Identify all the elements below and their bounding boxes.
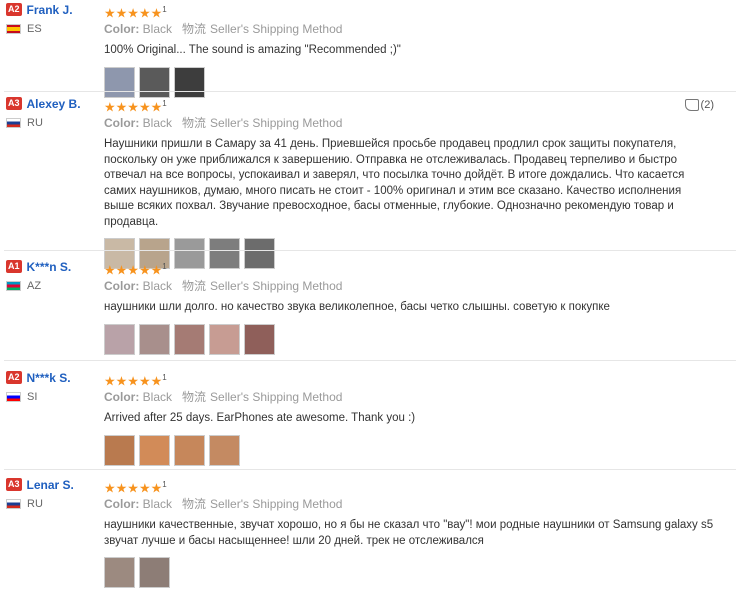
review-photo[interactable] xyxy=(244,323,275,355)
review-content: ★★★★★1 Color: Black 物流 Seller's Shipping … xyxy=(104,2,714,100)
review-divider xyxy=(4,469,736,470)
review-text: наушники качественные, звучат хорошо, но… xyxy=(104,519,714,547)
thumbs-up-icon xyxy=(684,99,699,112)
star-rating: ★★★★★1 xyxy=(104,5,167,21)
flag-si-icon xyxy=(6,391,21,402)
review-photo[interactable] xyxy=(209,323,240,355)
reviewer-country: RU xyxy=(6,498,98,510)
review-text: 100% Original... The sound is amazing "R… xyxy=(104,44,401,56)
review-photo[interactable] xyxy=(104,66,135,98)
review-meta: Color: Black 物流 Seller's Shipping Method xyxy=(104,116,343,130)
review-photo[interactable] xyxy=(139,557,170,588)
review-photo[interactable] xyxy=(174,66,205,98)
star-rating: ★★★★★1 xyxy=(104,262,167,278)
review-photo[interactable] xyxy=(104,557,135,588)
level-badge: A2 xyxy=(6,371,22,385)
level-badge: A3 xyxy=(6,97,22,111)
review-meta: Color: Black 物流 Seller's Shipping Method xyxy=(104,390,343,404)
review-photo[interactable] xyxy=(209,434,240,466)
reviewer-country: RU xyxy=(6,117,98,129)
review-content: ★★★★★1 Color: Black 物流 Seller's Shipping … xyxy=(104,96,714,271)
reviewer-name[interactable]: Frank J. xyxy=(27,3,73,17)
review-meta: Color: Black 物流 Seller's Shipping Method xyxy=(104,497,343,511)
reviewer-name[interactable]: K***n S. xyxy=(27,260,72,274)
reviewer-name[interactable]: N***k S. xyxy=(27,371,71,385)
reviewer-name[interactable]: Lenar S. xyxy=(27,478,74,492)
review-content: ★★★★★1 Color: Black 物流 Seller's Shipping … xyxy=(104,477,714,590)
star-rating: ★★★★★1 xyxy=(104,480,167,496)
review-text: Наушники пришли в Самару за 41 день. При… xyxy=(104,138,685,228)
review-photo[interactable] xyxy=(174,434,205,466)
review-photo[interactable] xyxy=(139,66,170,98)
review-photo[interactable] xyxy=(104,323,135,355)
reviewer-info: A1 K***n S. AZ xyxy=(6,259,98,292)
reviewer-country: ES xyxy=(6,23,98,35)
review-photos xyxy=(104,323,714,357)
review-divider xyxy=(4,91,736,92)
review-divider xyxy=(4,360,736,361)
review-meta: Color: Black 物流 Seller's Shipping Method xyxy=(104,279,343,293)
review-photos xyxy=(104,434,714,468)
reviewer-info: A2 Frank J. ES xyxy=(6,2,98,35)
flag-es-icon xyxy=(6,23,21,34)
review-text: Arrived after 25 days. EarPhones ate awe… xyxy=(104,412,416,424)
flag-ru-icon xyxy=(6,117,21,128)
flag-az-icon xyxy=(6,280,21,291)
star-rating: ★★★★★1 xyxy=(104,373,167,389)
flag-ru-icon xyxy=(6,498,21,509)
reviewer-name[interactable]: Alexey B. xyxy=(27,97,81,111)
level-badge: A3 xyxy=(6,478,22,492)
level-badge: A2 xyxy=(6,3,22,17)
star-rating: ★★★★★1 xyxy=(104,99,167,115)
review-photo[interactable] xyxy=(104,434,135,466)
reviewer-info: A3 Alexey B. RU xyxy=(6,96,98,129)
review-photo[interactable] xyxy=(174,323,205,355)
review-photos xyxy=(104,557,714,590)
level-badge: A1 xyxy=(6,260,22,274)
review-photo[interactable] xyxy=(139,434,170,466)
review-content: ★★★★★1 Color: Black 物流 Seller's Shipping … xyxy=(104,370,714,468)
review-divider xyxy=(4,250,736,251)
helpful-button[interactable]: (2) xyxy=(684,99,714,112)
reviewer-info: A3 Lenar S. RU xyxy=(6,477,98,510)
reviewer-country: SI xyxy=(6,391,98,403)
reviewer-country: AZ xyxy=(6,280,98,292)
review-text: наушники шли долго. но качество звука ве… xyxy=(104,301,610,313)
review-content: ★★★★★1 Color: Black 物流 Seller's Shipping … xyxy=(104,259,714,357)
review-photos xyxy=(104,66,714,100)
reviewer-info: A2 N***k S. SI xyxy=(6,370,98,403)
review-photo[interactable] xyxy=(139,323,170,355)
review-meta: Color: Black 物流 Seller's Shipping Method xyxy=(104,22,343,36)
